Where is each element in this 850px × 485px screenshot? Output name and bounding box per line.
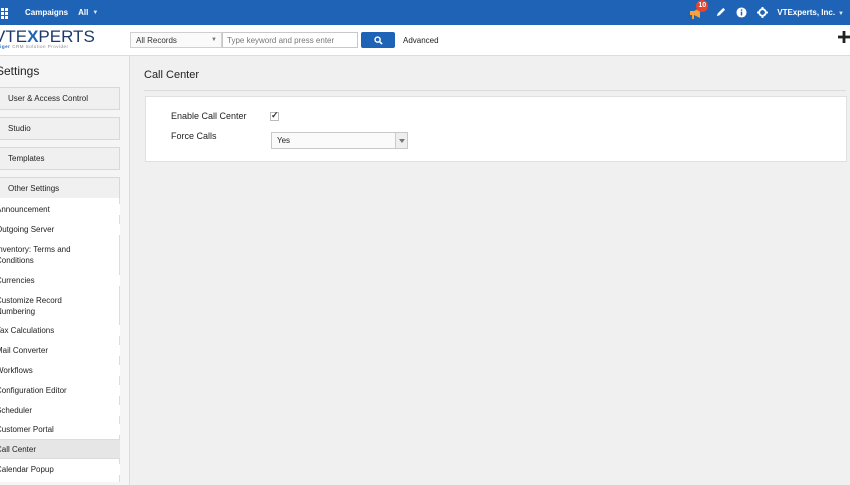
sidebar-item-inventory-terms[interactable]: Inventory: Terms and Conditions xyxy=(0,244,80,266)
header-bar: VTEXPERTS vTiger CRM Solution Provider A… xyxy=(0,25,850,56)
sidebar-item-label: Workflows xyxy=(0,366,33,375)
company-name: VTExperts, Inc. xyxy=(777,8,836,17)
help-button[interactable] xyxy=(735,7,747,19)
sidebar-item-announcement[interactable]: Announcement xyxy=(0,204,120,215)
force-calls-label: Force Calls xyxy=(171,131,217,141)
search-input[interactable] xyxy=(222,32,358,48)
plus-icon[interactable] xyxy=(838,31,850,43)
info-icon xyxy=(736,7,747,18)
title-divider xyxy=(144,90,846,91)
sidebar-item-label: Scheduler xyxy=(0,406,33,415)
sidebar-item-currencies[interactable]: Currencies xyxy=(0,275,120,286)
chevron-down-icon: ▼ xyxy=(211,37,217,43)
sidebar-item-label: Customer Portal xyxy=(0,425,54,434)
settings-sidebar: Settings User & Access Control Studio Te… xyxy=(0,56,130,485)
search-button[interactable] xyxy=(361,32,395,48)
gear-icon xyxy=(756,7,768,18)
enable-call-center-label: Enable Call Center xyxy=(171,111,247,121)
sidebar-item-workflows[interactable]: Workflows xyxy=(0,365,120,376)
sidebar-section-other-settings[interactable]: Other Settings xyxy=(0,177,120,200)
main-content: Call Center Enable Call Center Force Cal… xyxy=(131,56,850,485)
search-icon xyxy=(373,35,383,45)
call-center-settings-card: Enable Call Center Force Calls Yes xyxy=(145,96,847,162)
announcement-button[interactable]: 10 xyxy=(688,0,709,21)
records-select-value: All Records xyxy=(136,36,177,45)
chevron-down-icon: ▼ xyxy=(92,9,99,16)
enable-call-center-checkbox[interactable] xyxy=(270,110,279,121)
app-menu-icon[interactable] xyxy=(0,7,8,19)
sidebar-item-label: Mail Converter xyxy=(0,346,49,355)
advanced-search-link[interactable]: Advanced xyxy=(403,36,439,45)
sidebar-item-scheduler[interactable]: Scheduler xyxy=(0,405,120,416)
pencil-icon xyxy=(716,7,725,17)
sidebar-item-label: Calendar Popup xyxy=(0,465,54,474)
top-nav: Campaigns All ▼ 10 VTExperts, Inc. ▼ xyxy=(0,0,850,25)
filter-label: All xyxy=(78,8,89,17)
sidebar-item-configuration-editor[interactable]: Configuration Editor xyxy=(0,385,120,396)
chevron-down-icon: ▼ xyxy=(838,11,844,17)
notification-badge: 10 xyxy=(696,0,709,12)
sidebar-item-label: Announcement xyxy=(0,205,50,214)
settings-button[interactable] xyxy=(756,7,768,19)
sidebar-section-studio[interactable]: Studio xyxy=(0,117,120,140)
sidebar-item-customer-portal[interactable]: Customer Portal xyxy=(0,424,120,435)
sidebar-item-label: Tax Calculations xyxy=(0,326,55,335)
sidebar-item-tax-calculations[interactable]: Tax Calculations xyxy=(0,325,120,336)
sidebar-item-label: Customize Record Numbering xyxy=(0,296,62,316)
sidebar-item-calendar-popup[interactable]: Calendar Popup xyxy=(0,464,120,475)
quick-tool-button[interactable] xyxy=(714,7,726,19)
sidebar-item-label: Call Center xyxy=(0,445,37,454)
module-name[interactable]: Campaigns xyxy=(25,8,68,17)
sidebar-item-label: Configuration Editor xyxy=(0,386,67,395)
sidebar-title: Settings xyxy=(0,64,40,78)
sidebar-item-label: Outgoing Server xyxy=(0,225,55,234)
sidebar-item-outgoing-server[interactable]: Outgoing Server xyxy=(0,224,120,235)
sidebar-item-label: Inventory: Terms and Conditions xyxy=(0,245,71,265)
sidebar-section-user-access[interactable]: User & Access Control xyxy=(0,87,120,110)
company-logo[interactable]: VTEXPERTS vTiger CRM Solution Provider xyxy=(0,28,98,50)
sidebar-item-call-center[interactable]: Call Center xyxy=(0,439,120,459)
user-menu[interactable]: VTExperts, Inc. ▼ xyxy=(777,8,844,17)
force-calls-value: Yes xyxy=(277,136,291,145)
filter-dropdown[interactable]: All ▼ xyxy=(78,8,98,17)
sidebar-item-customize-numbering[interactable]: Customize Record Numbering xyxy=(0,295,75,317)
sidebar-item-label: Currencies xyxy=(0,276,35,285)
page-title: Call Center xyxy=(144,69,200,81)
chevron-down-icon xyxy=(395,133,407,148)
sidebar-section-templates[interactable]: Templates xyxy=(0,147,120,170)
force-calls-select[interactable]: Yes xyxy=(271,132,408,149)
records-select[interactable]: All Records ▼ xyxy=(130,32,222,48)
logo-tagline: vTiger xyxy=(0,44,11,49)
sidebar-item-mail-converter[interactable]: Mail Converter xyxy=(0,345,120,356)
logo-tagline: CRM Solution Provider xyxy=(12,44,69,49)
